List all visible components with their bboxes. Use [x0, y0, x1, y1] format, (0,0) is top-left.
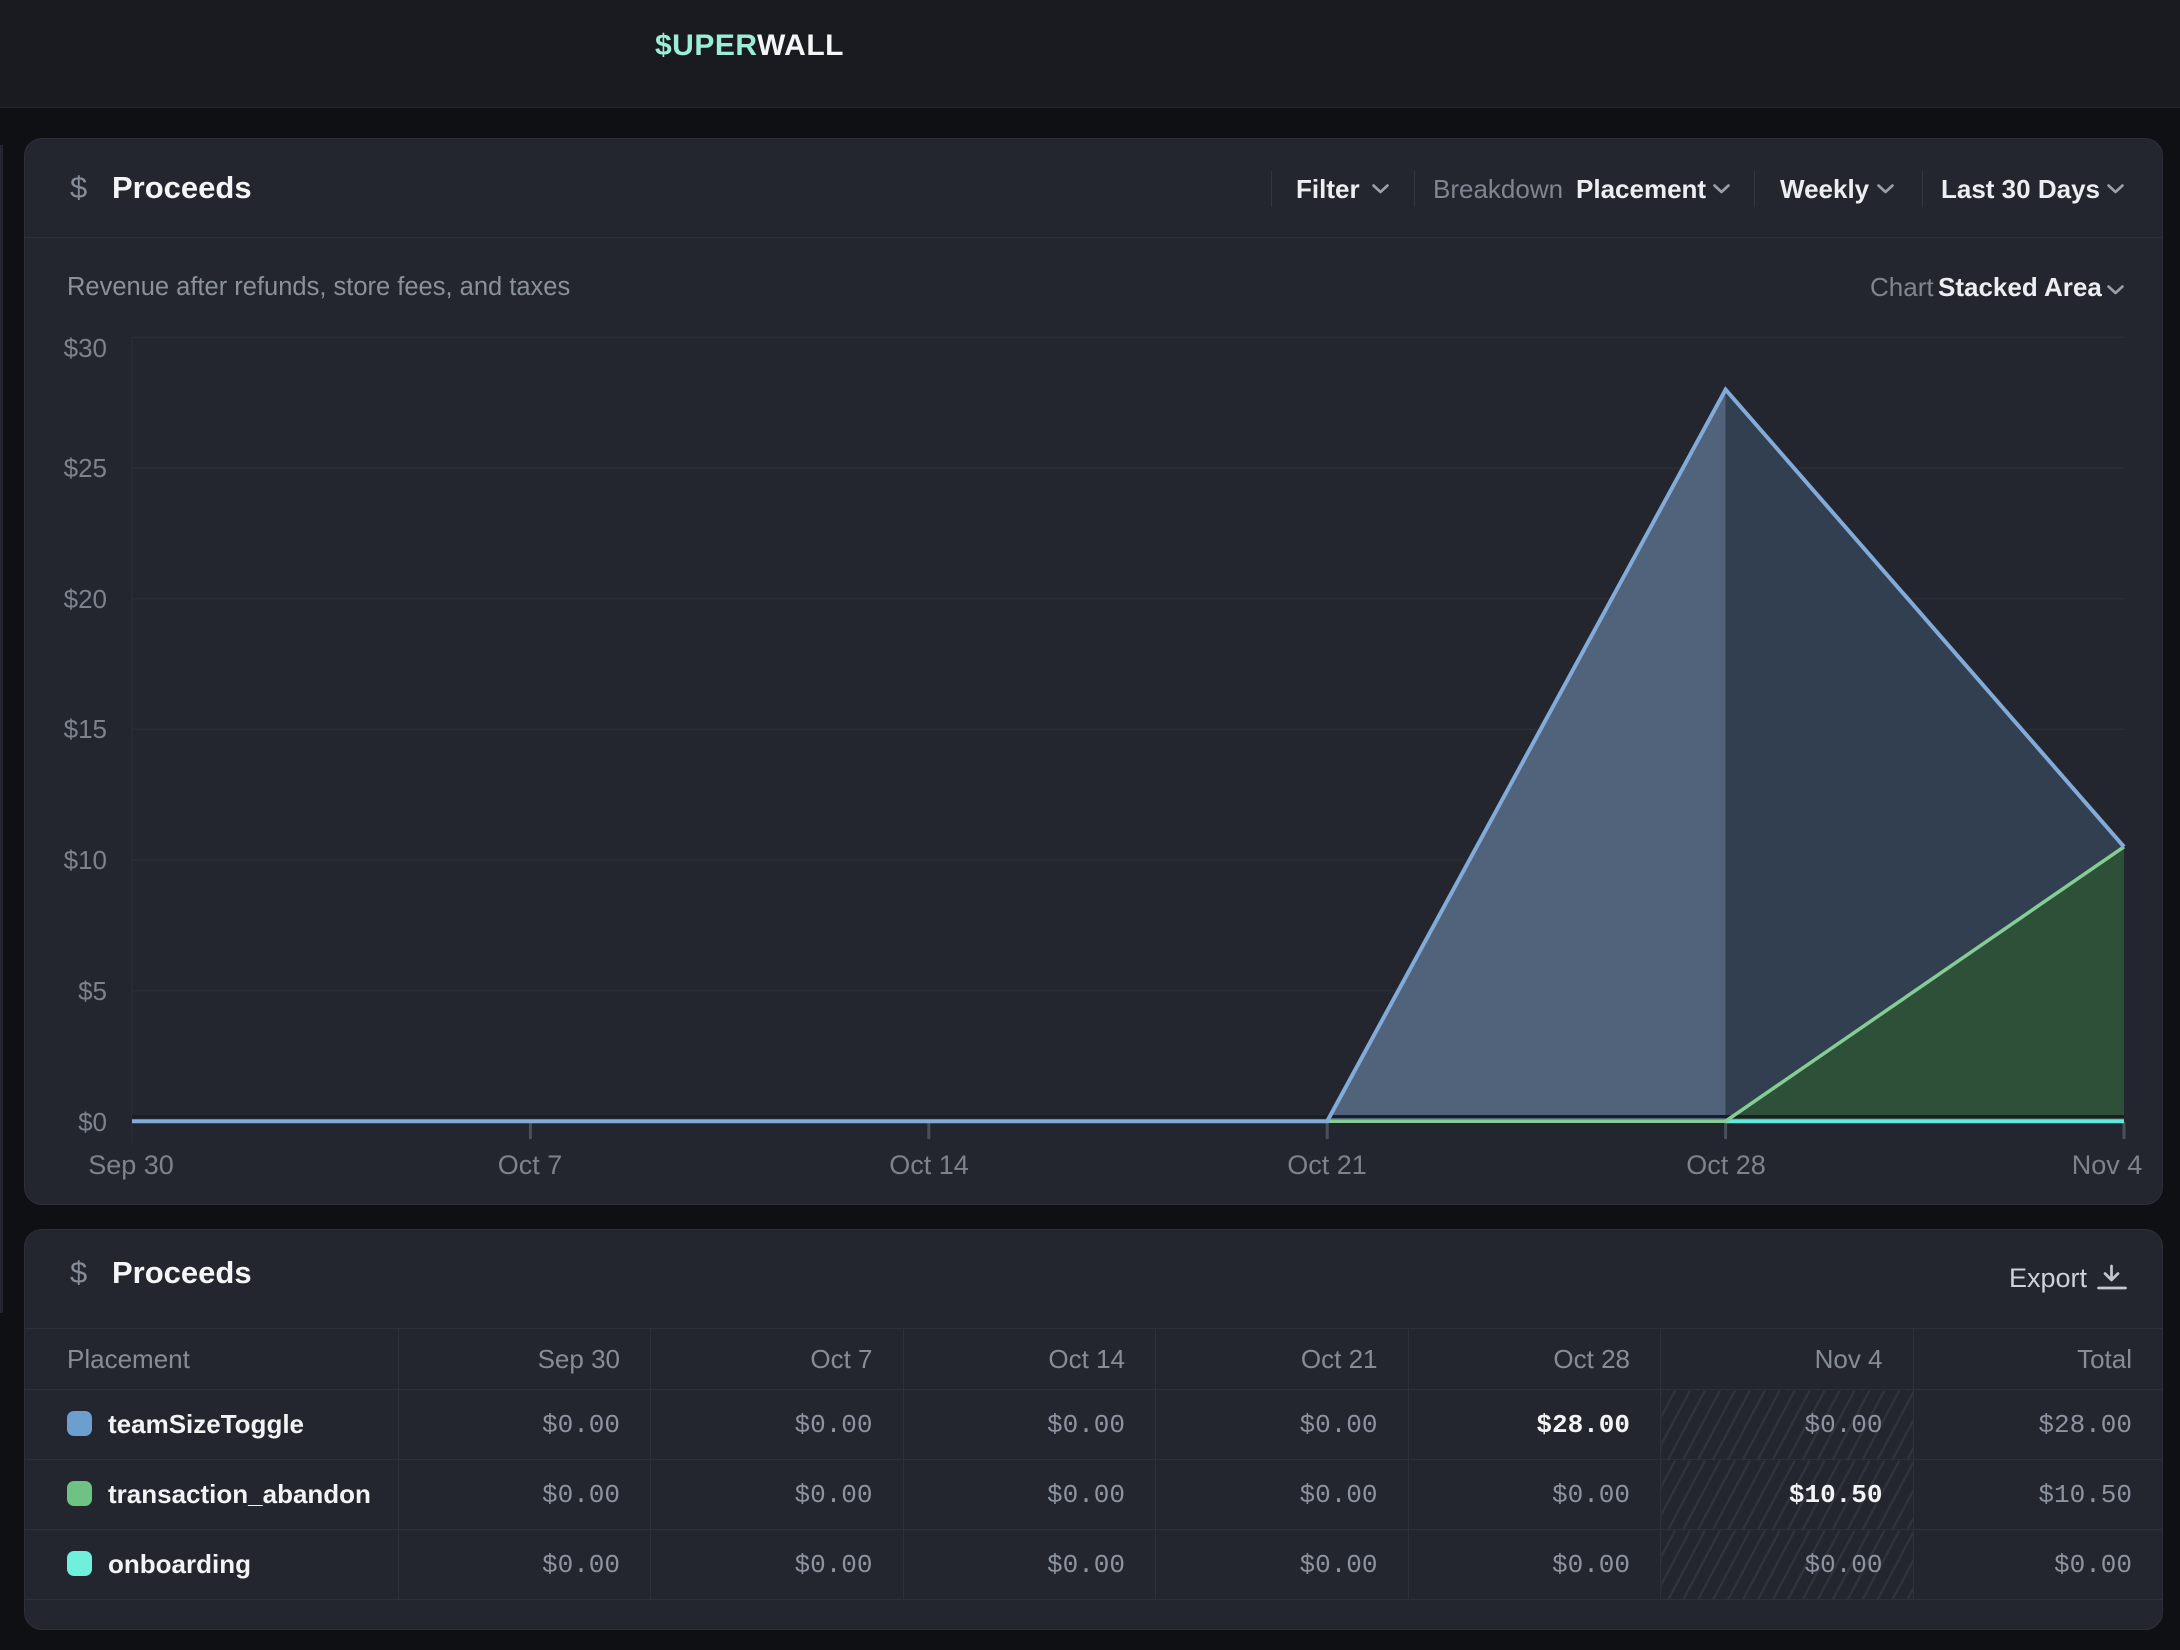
svg-text:$10: $10 — [64, 845, 107, 875]
svg-text:Oct 14: Oct 14 — [889, 1150, 969, 1180]
svg-text:Oct 7: Oct 7 — [498, 1150, 563, 1180]
svg-text:Sep 30: Sep 30 — [88, 1150, 174, 1180]
svg-text:Oct 21: Oct 21 — [1287, 1150, 1367, 1180]
svg-text:$5: $5 — [78, 976, 107, 1006]
svg-text:Nov 4: Nov 4 — [2072, 1150, 2143, 1180]
svg-text:$15: $15 — [64, 714, 107, 744]
svg-text:Oct 28: Oct 28 — [1686, 1150, 1766, 1180]
svg-text:$20: $20 — [64, 584, 107, 614]
svg-text:$30: $30 — [64, 333, 107, 363]
svg-text:$25: $25 — [64, 453, 107, 483]
svg-text:$0: $0 — [78, 1107, 107, 1137]
